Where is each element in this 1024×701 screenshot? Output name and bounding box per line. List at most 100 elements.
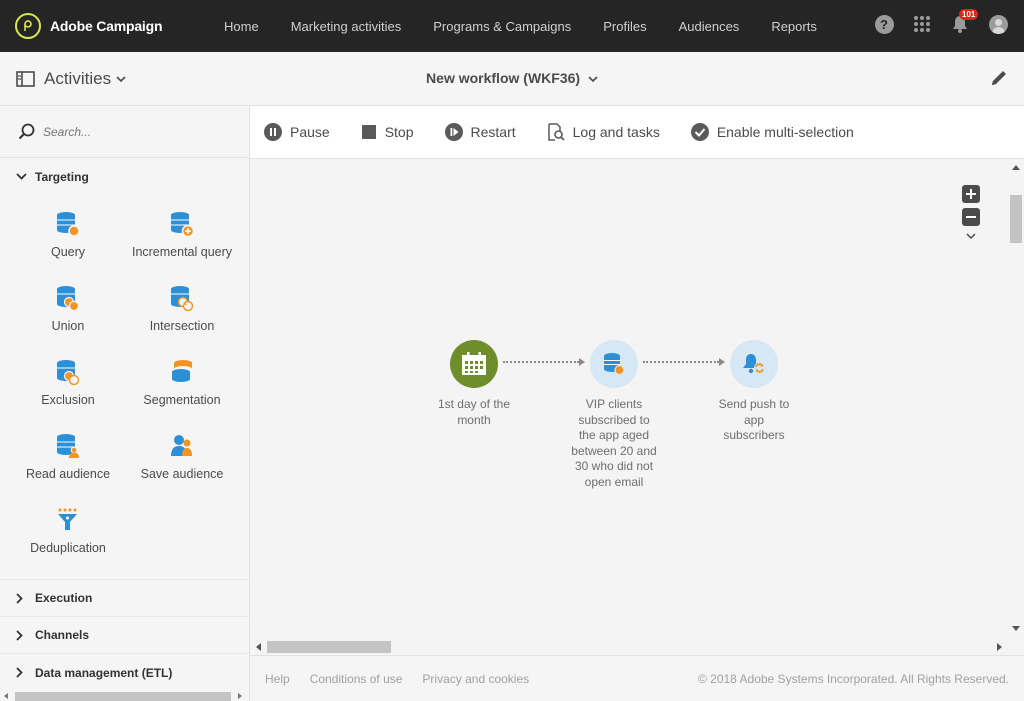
profile-button[interactable]: [988, 14, 1008, 34]
vertical-scroll-thumb[interactable]: [1010, 195, 1022, 243]
activity-exclusion[interactable]: Exclusion: [11, 347, 125, 421]
canvas-horizontal-scrollbar[interactable]: [250, 639, 1008, 655]
read-audience-icon: [54, 431, 82, 461]
node-label: VIP clients subscribed to the app aged b…: [571, 397, 657, 489]
activity-label: Incremental query: [131, 245, 233, 259]
nav-programs-campaigns[interactable]: Programs & Campaigns: [433, 19, 571, 34]
footer-conditions-link[interactable]: Conditions of use: [310, 672, 403, 686]
chevron-down-icon[interactable]: [966, 233, 976, 240]
nav-audiences[interactable]: Audiences: [679, 19, 740, 34]
panel-horizontal-scrollbar[interactable]: [0, 689, 250, 701]
zoom-controls: [962, 185, 980, 240]
segmentation-icon: [168, 357, 196, 387]
section-label: Targeting: [35, 169, 89, 184]
zoom-in-button[interactable]: [962, 185, 980, 203]
enable-multi-selection-button[interactable]: Enable multi-selection: [690, 123, 854, 141]
activity-save-audience[interactable]: Save audience: [125, 421, 239, 495]
adobe-campaign-logo-icon: [15, 13, 41, 39]
brand-name: Adobe Campaign: [50, 18, 163, 34]
activity-query[interactable]: Query: [11, 199, 125, 273]
help-button[interactable]: ?: [874, 14, 894, 34]
union-icon: [54, 283, 82, 313]
section-data-management[interactable]: Data management (ETL): [0, 654, 249, 691]
search-bar: [0, 106, 249, 158]
activity-label: Exclusion: [41, 393, 95, 407]
edit-button[interactable]: [990, 69, 1008, 92]
footer: Help Conditions of use Privacy and cooki…: [250, 655, 1024, 701]
stop-button[interactable]: Stop: [361, 124, 414, 140]
pencil-icon: [992, 71, 1006, 85]
apps-button[interactable]: [912, 14, 932, 34]
activity-label: Query: [50, 245, 86, 259]
nav-reports[interactable]: Reports: [771, 19, 817, 34]
section-label: Channels: [35, 628, 90, 642]
chevron-right-icon: [16, 629, 23, 641]
query-icon: [604, 353, 625, 376]
chevron-down-icon: [16, 173, 27, 180]
activities-panel: Targeting Query Incremental query Union: [0, 106, 250, 701]
workflow-title[interactable]: New workflow (WKF36): [0, 70, 1024, 86]
section-execution[interactable]: Execution: [0, 580, 249, 617]
node-label: 1st day of the month: [437, 397, 511, 427]
enable-multi-selection-label: Enable multi-selection: [716, 124, 854, 140]
chevron-right-icon: [16, 667, 23, 678]
activity-deduplication[interactable]: Deduplication: [11, 495, 125, 569]
activity-incremental-query[interactable]: Incremental query: [125, 199, 239, 273]
footer-help-link[interactable]: Help: [265, 672, 290, 686]
restart-icon: [444, 123, 463, 141]
pause-icon: [264, 123, 282, 141]
incremental-query-icon: [168, 209, 196, 239]
nav-marketing-activities[interactable]: Marketing activities: [291, 19, 402, 34]
activity-segmentation[interactable]: Segmentation: [125, 347, 239, 421]
workflow-toolbar: Pause Stop Restart Log and tasks Enable …: [250, 106, 1024, 159]
footer-privacy-link[interactable]: Privacy and cookies: [422, 672, 529, 686]
activity-intersection[interactable]: Intersection: [125, 273, 239, 347]
activity-read-audience[interactable]: Read audience: [11, 421, 125, 495]
push-node-circle[interactable]: [730, 340, 778, 388]
workflow-title-text: New workflow (WKF36): [426, 70, 581, 86]
pause-button[interactable]: Pause: [264, 123, 330, 141]
section-targeting[interactable]: Targeting: [0, 158, 249, 195]
section-channels[interactable]: Channels: [0, 617, 249, 654]
targeting-activities: Query Incremental query Union Intersecti…: [0, 195, 249, 580]
activity-label: Deduplication: [30, 541, 106, 555]
notification-badge: 101: [959, 9, 979, 20]
check-circle-icon: [690, 123, 709, 141]
log-and-tasks-button[interactable]: Log and tasks: [547, 123, 660, 141]
section-label: Execution: [35, 591, 93, 605]
restart-label: Restart: [470, 124, 516, 140]
workflow-canvas[interactable]: 1st day of the month VIP clients subscri…: [250, 159, 1008, 639]
top-icons: ? 101: [856, 9, 1008, 34]
workflow-node-push[interactable]: Send push to app subscribers: [708, 340, 800, 444]
horizontal-scroll-thumb[interactable]: [267, 641, 391, 653]
restart-button[interactable]: Restart: [444, 123, 516, 141]
chevron-right-icon: [16, 592, 23, 604]
save-audience-icon: [168, 431, 196, 461]
plus-icon: [966, 189, 976, 199]
apps-grid-icon: [914, 16, 930, 32]
activity-label: Segmentation: [143, 393, 221, 407]
activity-union[interactable]: Union: [11, 273, 125, 347]
stop-label: Stop: [384, 124, 414, 140]
workflow-node-scheduler[interactable]: 1st day of the month: [428, 340, 520, 428]
copyright: © 2018 Adobe Systems Incorporated. All R…: [697, 671, 1009, 686]
log-search-icon: [547, 123, 565, 141]
node-label: Send push to app subscribers: [718, 397, 790, 442]
push-notification-icon: [743, 354, 765, 374]
minus-icon: [966, 216, 976, 218]
main-nav: Home Marketing activities Programs & Cam…: [224, 0, 849, 52]
brand[interactable]: Adobe Campaign: [15, 13, 163, 39]
search-input[interactable]: [43, 124, 223, 139]
sub-header: Activities New workflow (WKF36): [0, 52, 1024, 106]
nav-profiles[interactable]: Profiles: [603, 19, 646, 34]
zoom-out-button[interactable]: [962, 208, 980, 226]
canvas-vertical-scrollbar[interactable]: [1008, 159, 1024, 639]
query-node-circle[interactable]: [590, 340, 638, 388]
search-icon: [18, 123, 35, 140]
top-navigation-bar: Adobe Campaign Home Marketing activities…: [0, 0, 1024, 52]
calendar-icon: [462, 352, 486, 375]
notifications-button[interactable]: 101: [950, 9, 979, 34]
scheduler-node-circle[interactable]: [450, 340, 498, 388]
activity-label: Save audience: [140, 467, 224, 481]
nav-home[interactable]: Home: [224, 19, 259, 34]
